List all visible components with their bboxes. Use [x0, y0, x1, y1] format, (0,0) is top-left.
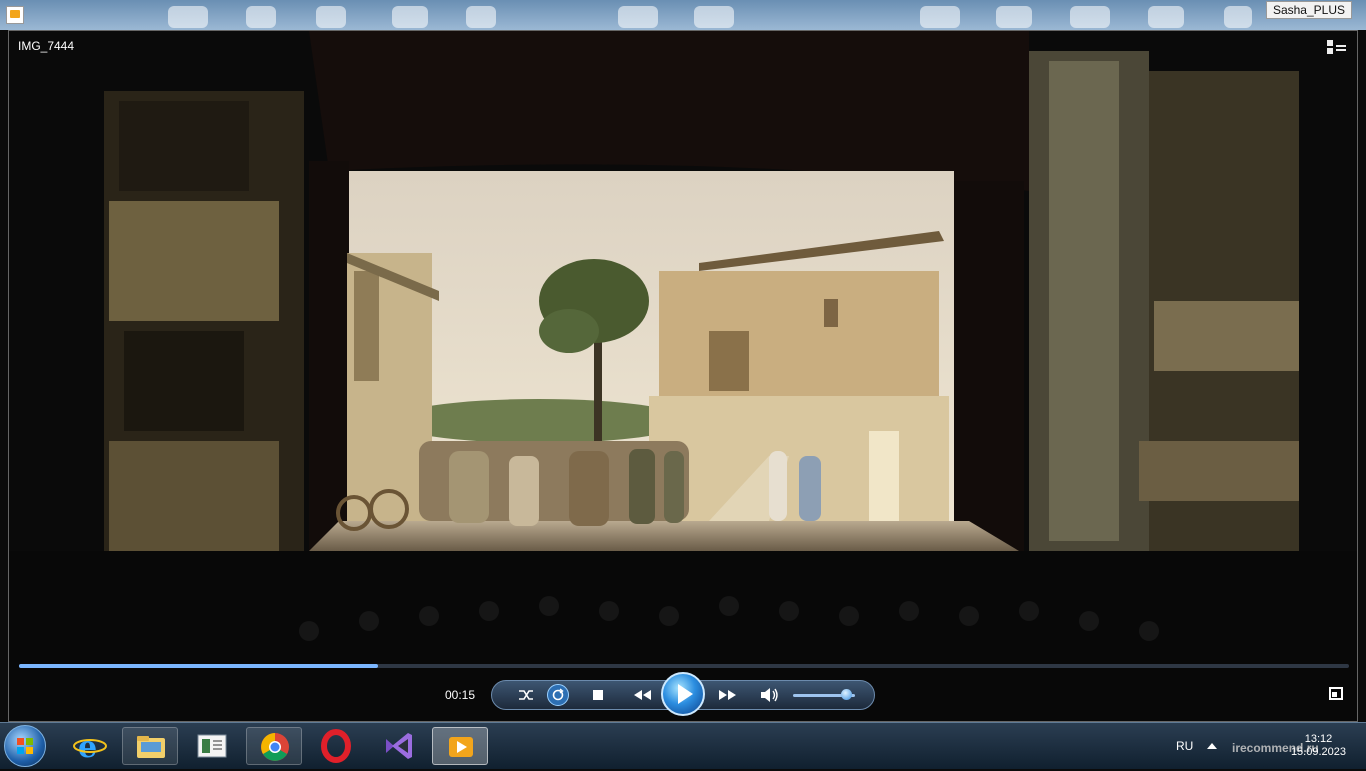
desktop-icon[interactable]	[466, 6, 496, 28]
desktop-icon[interactable]	[1070, 6, 1110, 28]
fullscreen-icon[interactable]	[1329, 687, 1343, 700]
speaker-icon[interactable]	[759, 686, 779, 704]
desktop-icon[interactable]	[392, 6, 428, 28]
media-player-icon	[449, 737, 473, 757]
media-player-window: IMG_7444 00:15	[8, 30, 1358, 722]
elapsed-time: 00:15	[445, 688, 476, 702]
desktop-icon[interactable]	[920, 6, 960, 28]
desktop-icon[interactable]	[168, 6, 208, 28]
chrome-icon	[261, 733, 289, 761]
window-title: IMG_7444	[18, 39, 75, 53]
taskbar-windows-media-player[interactable]	[432, 727, 488, 765]
desktop-icon[interactable]	[618, 6, 658, 28]
desktop-icon[interactable]	[694, 6, 734, 28]
desktop-app-icon[interactable]	[6, 6, 24, 24]
show-hidden-icons-icon[interactable]	[1206, 741, 1218, 751]
next-icon[interactable]	[711, 687, 745, 703]
desktop-background: Sasha_PLUS	[0, 0, 1366, 30]
language-indicator[interactable]: RU	[1176, 739, 1193, 753]
taskbar-windows-explorer[interactable]	[122, 727, 178, 765]
previous-icon[interactable]	[625, 687, 659, 703]
repeat-icon[interactable]	[547, 684, 569, 706]
taskbar-visual-studio[interactable]	[370, 727, 426, 765]
folder-icon	[137, 736, 165, 758]
taskbar-notes[interactable]	[184, 727, 240, 765]
user-folder-label[interactable]: Sasha_PLUS	[1265, 1, 1352, 19]
notes-icon	[197, 734, 227, 758]
clock-date: 15.09.2023	[1290, 746, 1346, 758]
start-button[interactable]	[4, 725, 46, 767]
desktop-icon[interactable]	[996, 6, 1032, 28]
clock-time: 13:12	[1304, 733, 1333, 745]
stop-icon[interactable]	[591, 688, 605, 702]
windows-logo-icon	[17, 738, 33, 754]
volume-slider-thumb[interactable]	[840, 689, 852, 700]
taskbar: e RU irecommend.ru 13:12 15.09.2023	[0, 722, 1366, 769]
play-icon[interactable]	[661, 672, 705, 716]
visual-studio-icon	[386, 733, 412, 759]
desktop-icon[interactable]	[1148, 6, 1184, 28]
system-clock[interactable]: 13:12 15.09.2023	[1291, 733, 1346, 759]
video-frame[interactable]	[9, 31, 1358, 722]
shuffle-icon[interactable]	[517, 687, 535, 703]
seek-bar-progress	[19, 664, 379, 668]
desktop-icon[interactable]	[316, 6, 346, 28]
taskbar-chrome[interactable]	[246, 727, 302, 765]
desktop-icon[interactable]	[1224, 6, 1252, 28]
taskbar-internet-explorer[interactable]: e	[62, 727, 118, 765]
desktop-icon[interactable]	[246, 6, 276, 28]
seek-bar[interactable]	[19, 664, 1349, 668]
opera-icon	[321, 729, 351, 763]
taskbar-opera[interactable]	[308, 727, 364, 765]
switch-to-library-icon[interactable]	[1325, 38, 1347, 56]
internet-explorer-icon: e	[73, 730, 107, 765]
svg-text:e: e	[78, 730, 97, 765]
